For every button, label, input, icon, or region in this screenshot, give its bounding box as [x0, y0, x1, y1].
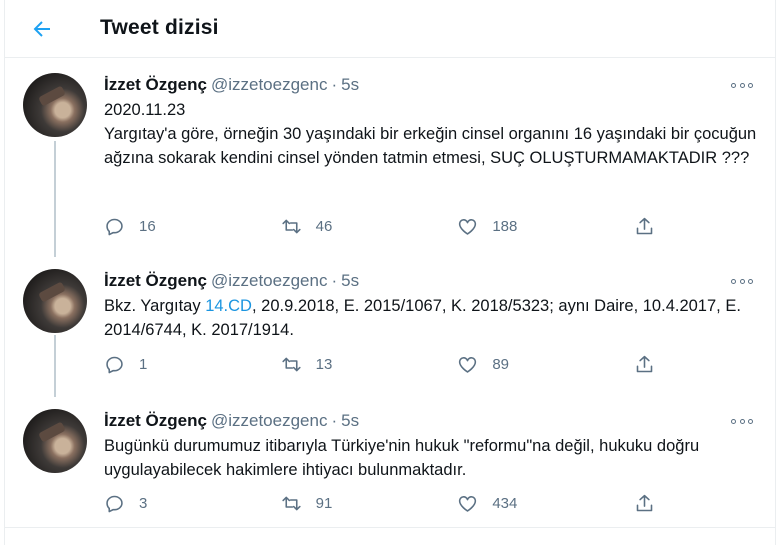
- retweet-button[interactable]: 91: [281, 493, 411, 514]
- retweet-icon: [282, 219, 301, 233]
- like-count: 89: [492, 355, 509, 373]
- more-horizontal-icon: [748, 82, 753, 88]
- separator-dot: ·: [331, 271, 338, 290]
- reply-button[interactable]: 1: [104, 354, 234, 375]
- tweet-text: 2020.11.23 Yargıtay'a göre, örneğin 30 y…: [104, 98, 764, 170]
- tweet-link[interactable]: 14.CD: [205, 297, 252, 315]
- tweet[interactable]: İzzet Özgenç @izzetoezgenc · 5s Bugünkü dur…: [5, 395, 775, 528]
- retweet-count: 46: [315, 217, 333, 235]
- reply-icon: [106, 495, 123, 512]
- tweet-header: İzzet Özgenç @izzetoezgenc · 5s: [104, 270, 359, 292]
- avatar[interactable]: [23, 409, 87, 473]
- author-handle[interactable]: @izzetoezgenc: [211, 75, 328, 94]
- tweet-text: Bkz. Yargıtay 14.CD, 20.9.2018, E. 2015/…: [104, 294, 764, 342]
- more-horizontal-icon: [739, 278, 745, 284]
- tweet-actions: 1 13 89: [104, 352, 664, 376]
- author-name[interactable]: İzzet Özgenç: [104, 271, 207, 290]
- tweet-text-prefix: Bkz. Yargıtay: [104, 297, 206, 315]
- retweet-icon: [282, 496, 301, 510]
- heart-icon: [459, 495, 477, 512]
- retweet-count: 91: [315, 494, 333, 512]
- tweet-actions: 16 46 188: [104, 214, 664, 238]
- tweet-body: Yargıtay'a göre, örneğin 30 yaşındaki bi…: [104, 125, 757, 167]
- more-horizontal-icon: [731, 82, 736, 88]
- heart-icon: [459, 218, 477, 235]
- tweet-header: İzzet Özgenç @izzetoezgenc · 5s: [104, 410, 359, 432]
- tweet-time[interactable]: 5s: [341, 271, 359, 290]
- timeline-frame: Tweet dizisi İzzet Özgenç @izzetoezgenc · 5…: [4, 0, 776, 545]
- retweet-icon: [282, 357, 301, 371]
- retweet-button[interactable]: 46: [281, 216, 411, 237]
- like-button[interactable]: 89: [457, 354, 587, 375]
- share-button[interactable]: [634, 216, 664, 237]
- reply-button[interactable]: 16: [104, 216, 234, 237]
- thread-line: [54, 141, 56, 257]
- more-options-button[interactable]: [731, 79, 753, 91]
- tweet[interactable]: İzzet Özgenç @izzetoezgenc · 5s 2020.11.23 …: [5, 59, 775, 257]
- reply-count: 16: [139, 217, 156, 235]
- share-button[interactable]: [634, 493, 664, 514]
- tweet-time[interactable]: 5s: [341, 411, 359, 430]
- tweet-text: Bugünkü durumumuz itibarıyla Türkiye'nin…: [104, 437, 700, 479]
- like-count: 188: [492, 217, 518, 235]
- more-options-button[interactable]: [731, 415, 753, 427]
- more-options-button[interactable]: [731, 275, 753, 287]
- heart-icon: [459, 356, 477, 373]
- like-button[interactable]: 434: [457, 493, 587, 514]
- retweet-count: 13: [315, 355, 333, 373]
- more-horizontal-icon: [739, 418, 745, 424]
- more-horizontal-icon: [731, 278, 736, 284]
- author-handle[interactable]: @izzetoezgenc: [211, 271, 328, 290]
- retweet-button[interactable]: 13: [281, 354, 411, 375]
- author-name[interactable]: İzzet Özgenç: [104, 411, 207, 430]
- more-horizontal-icon: [748, 278, 753, 284]
- more-horizontal-icon: [739, 82, 745, 88]
- back-button[interactable]: [25, 12, 59, 46]
- like-count: 434: [492, 494, 518, 512]
- thread-line: [54, 335, 56, 397]
- reply-icon: [106, 218, 123, 235]
- page-header: Tweet dizisi: [5, 0, 775, 58]
- author-handle[interactable]: @izzetoezgenc: [211, 411, 328, 430]
- more-horizontal-icon: [731, 418, 736, 424]
- tweet-date-line: 2020.11.23: [104, 101, 186, 119]
- tweet[interactable]: İzzet Özgenç @izzetoezgenc · 5s Bkz. Yargıt…: [5, 255, 775, 397]
- avatar[interactable]: [23, 73, 87, 137]
- share-icon: [636, 217, 653, 234]
- page-title: Tweet dizisi: [100, 16, 219, 39]
- reply-icon: [106, 356, 123, 373]
- like-button[interactable]: 188: [457, 216, 587, 237]
- share-button[interactable]: [634, 354, 664, 375]
- tweet-actions: 3 91 434: [104, 491, 664, 515]
- arrow-left-icon: [33, 21, 50, 37]
- more-horizontal-icon: [748, 418, 753, 424]
- reply-count: 3: [139, 494, 148, 512]
- reply-count: 1: [139, 355, 148, 373]
- tweet-header: İzzet Özgenç @izzetoezgenc · 5s: [104, 74, 359, 96]
- avatar[interactable]: [23, 269, 87, 333]
- separator-dot: ·: [331, 411, 338, 430]
- author-name[interactable]: İzzet Özgenç: [104, 75, 207, 94]
- share-icon: [636, 355, 653, 372]
- share-icon: [636, 494, 653, 511]
- reply-button[interactable]: 3: [104, 493, 234, 514]
- separator-dot: ·: [331, 75, 338, 94]
- tweet-time[interactable]: 5s: [341, 75, 359, 94]
